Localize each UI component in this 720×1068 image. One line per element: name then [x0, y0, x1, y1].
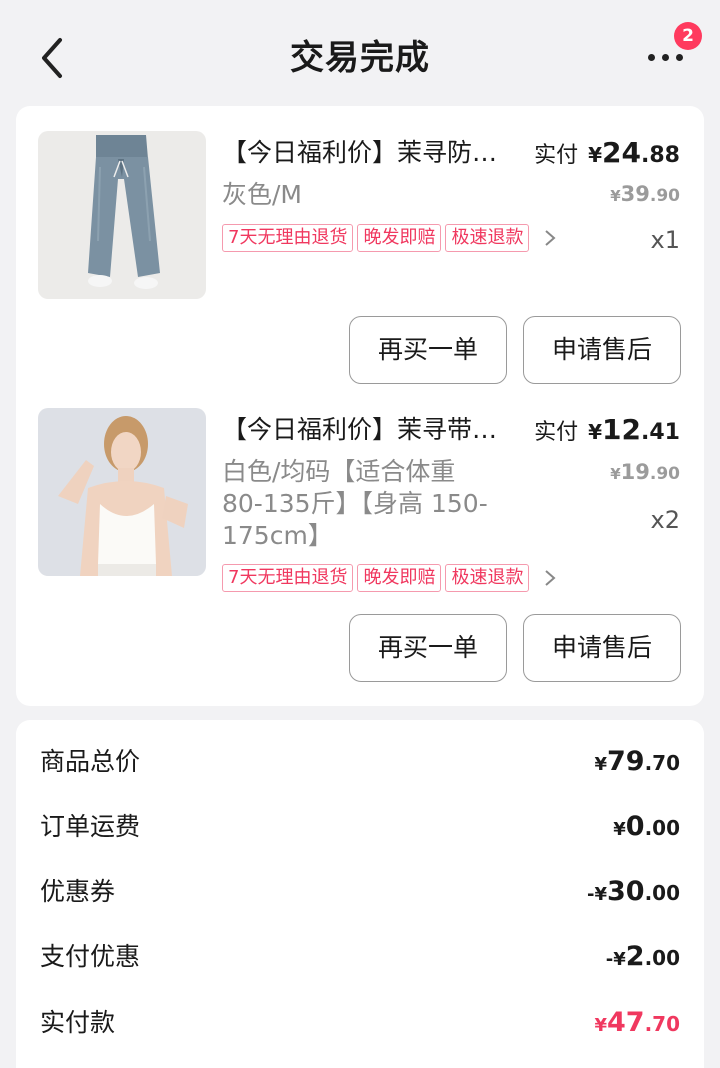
orig-decimal: .90: [649, 464, 680, 484]
summary-row-payment-discount: 支付优惠 -¥2.00: [40, 937, 680, 977]
summary-value: ¥79.70: [594, 746, 680, 777]
more-icon: [648, 54, 683, 61]
quantity: x2: [650, 506, 680, 534]
summary-row-shipping: 订单运费 ¥0.00: [40, 807, 680, 847]
tag-fast-refund: 极速退款: [445, 224, 530, 252]
paid-label: 实付: [534, 143, 579, 168]
product-thumbnail-pants[interactable]: [38, 131, 206, 299]
summary-label: 商品总价: [40, 747, 141, 776]
orig-decimal: .90: [649, 186, 680, 206]
summary-value: ¥47.70: [594, 1007, 680, 1038]
after-sales-button[interactable]: 申请售后: [523, 614, 681, 682]
paid-integer: 24: [602, 136, 642, 169]
summary-label: 支付优惠: [40, 942, 141, 971]
paid-decimal: .41: [641, 420, 680, 445]
chevron-right-icon: [545, 230, 556, 246]
paid-decimal: .88: [641, 143, 680, 168]
order-item: 【今日福利价】茉寻防… 实付 ¥24.88 灰色/M ¥39.90 7天无理由退货…: [16, 106, 704, 406]
product-spec: 灰色/M: [222, 180, 302, 209]
product-spec: 白色/均码【适合体重 80-135斤】【身高 150-175cm】: [222, 457, 488, 550]
chevron-right-icon: [545, 570, 556, 586]
summary-label: 优惠券: [40, 877, 116, 906]
orig-integer: 19: [620, 460, 650, 484]
tag-return-policy: 7天无理由退货: [222, 224, 354, 252]
rebuy-button[interactable]: 再买一单: [349, 316, 507, 384]
paid-label: 实付: [534, 420, 579, 445]
summary-row-coupon: 优惠券 -¥30.00: [40, 872, 680, 912]
original-price: ¥19.90: [610, 460, 680, 484]
orig-integer: 39: [620, 182, 650, 206]
notification-badge: 2: [674, 22, 702, 50]
orig-currency: ¥: [610, 465, 621, 483]
order-items-card: 【今日福利价】茉寻防… 实付 ¥24.88 灰色/M ¥39.90 7天无理由退货…: [16, 106, 704, 706]
top-bar: 交易完成 2: [0, 0, 720, 108]
quantity: x1: [650, 226, 680, 254]
rebuy-button[interactable]: 再买一单: [349, 614, 507, 682]
paid-integer: 12: [602, 413, 642, 446]
tag-fast-refund: 极速退款: [445, 564, 530, 592]
summary-label: 订单运费: [40, 812, 141, 841]
paid-currency: ¥: [588, 143, 603, 167]
paid-price: 实付 ¥12.41: [534, 414, 680, 449]
order-item: 【今日福利价】茉寻带… 实付 ¥12.41 白色/均码【适合体重 80-135斤】…: [16, 406, 704, 706]
summary-value: -¥30.00: [586, 876, 680, 907]
paid-price: 实付 ¥24.88: [534, 137, 680, 172]
service-tags[interactable]: 7天无理由退货 晚发即赔 极速退款: [222, 224, 559, 252]
service-tags[interactable]: 7天无理由退货 晚发即赔 极速退款: [222, 564, 559, 592]
summary-row-total-paid: 实付款 ¥47.70: [40, 1003, 680, 1043]
summary-value: ¥0.00: [613, 811, 680, 842]
product-title[interactable]: 【今日福利价】茉寻带…: [222, 414, 522, 446]
tag-late-compensation: 晚发即赔: [357, 564, 442, 592]
product-thumbnail-top[interactable]: [38, 408, 206, 576]
after-sales-button[interactable]: 申请售后: [523, 316, 681, 384]
paid-currency: ¥: [588, 420, 603, 444]
more-button[interactable]: 2: [640, 22, 702, 86]
page-title: 交易完成: [290, 38, 430, 78]
tag-late-compensation: 晚发即赔: [357, 224, 442, 252]
product-title[interactable]: 【今日福利价】茉寻防…: [222, 137, 522, 169]
price-summary-card: 商品总价 ¥79.70 订单运费 ¥0.00 优惠券 -¥30.00 支付优惠 …: [16, 720, 704, 1068]
original-price: ¥39.90: [610, 182, 680, 206]
summary-value: -¥2.00: [605, 941, 680, 972]
orig-currency: ¥: [610, 187, 621, 205]
summary-row-subtotal: 商品总价 ¥79.70: [40, 742, 680, 782]
tag-return-policy: 7天无理由退货: [222, 564, 354, 592]
summary-label: 实付款: [40, 1008, 116, 1037]
